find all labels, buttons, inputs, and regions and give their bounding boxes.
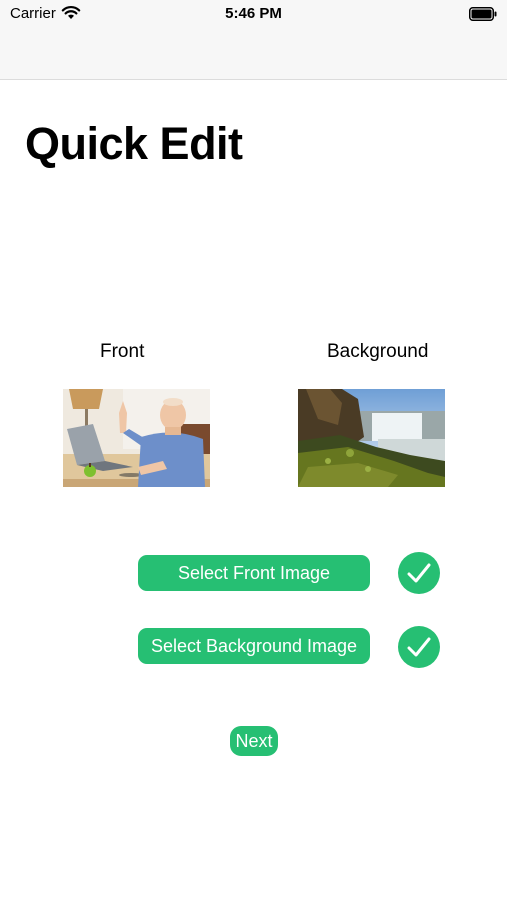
next-button[interactable]: Next	[230, 726, 278, 756]
front-selected-checkmark-icon	[398, 552, 440, 594]
background-image-preview	[298, 389, 445, 487]
front-label: Front	[100, 341, 145, 362]
navigation-bar	[0, 28, 507, 80]
select-background-image-button[interactable]: Select Background Image	[138, 628, 370, 664]
status-bar: Carrier 5:46 PM	[0, 0, 507, 28]
select-front-image-button[interactable]: Select Front Image	[138, 555, 370, 591]
background-selected-checkmark-icon	[398, 626, 440, 668]
background-label: Background	[327, 341, 429, 362]
battery-icon	[469, 7, 497, 25]
status-time: 5:46 PM	[225, 5, 282, 22]
page-title: Quick Edit	[25, 118, 243, 169]
front-image-preview	[63, 389, 210, 487]
